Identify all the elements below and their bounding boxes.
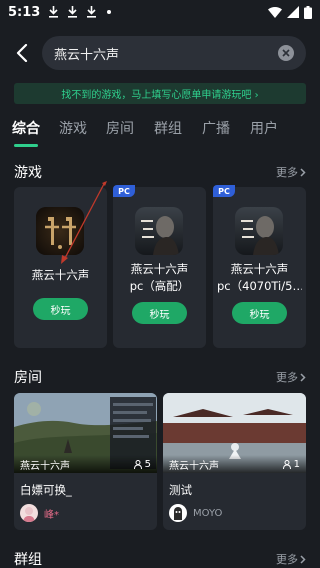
active-tab-indicator [14,144,38,147]
pc-badge: PC [213,185,235,197]
person-icon [133,459,142,469]
room-title: 白嫖可换_ [20,483,72,497]
room-owner: 峰* [20,504,59,522]
room-card[interactable]: 燕云十六声 1 测试 MOYO [163,393,306,530]
avatar [20,504,38,522]
download-icon [86,6,97,18]
avatar [169,504,187,522]
game-card[interactable]: PC 燕云十六声 pc（4070Ti/5… 秒玩 [213,185,306,348]
pc-badge: PC [113,185,135,197]
status-time: 5:13 [8,4,41,20]
game-cover-icon [135,207,183,255]
download-icon [67,6,78,18]
status-bar: 5:13 [0,0,320,24]
tab-users[interactable]: 用户 [250,118,278,138]
tab-groups[interactable]: 群组 [154,118,182,138]
game-name-line2: pc（高配） [129,279,190,293]
game-name: 燕云十六声 [230,262,289,276]
signal-icon [287,6,299,18]
search-input[interactable]: 燕云十六声 [42,36,306,70]
play-button[interactable]: 秒玩 [132,302,187,324]
room-owner-name: MOYO [193,507,223,519]
tab-bar: 综合 游戏 房间 群组 广播 用户 [0,118,320,147]
game-logo-icon [36,207,84,255]
tab-broadcast[interactable]: 广播 [202,118,230,138]
section-title: 群组 [14,552,42,568]
room-title: 测试 [169,483,192,497]
play-button[interactable]: 秒玩 [232,302,287,324]
room-info-bar: 燕云十六声 5 [14,455,157,473]
game-cover-icon [235,207,283,255]
search-query[interactable]: 燕云十六声 [54,44,278,63]
room-member-count: 5 [133,459,151,470]
more-rooms-link[interactable]: 更多 [276,369,306,385]
game-name: 燕云十六声 [31,268,90,282]
room-member-count: 1 [282,459,300,470]
download-icon [48,6,59,18]
room-game-name: 燕云十六声 [20,460,70,472]
chevron-right-icon [300,372,306,382]
game-name-line2: pc（4070Ti/5… [217,279,302,293]
room-owner-name: 峰* [44,509,59,521]
room-owner: MOYO [169,504,222,522]
battery-icon [304,5,312,19]
tab-games[interactable]: 游戏 [59,118,87,138]
more-groups-link[interactable]: 更多 [276,551,306,567]
search-row: 燕云十六声 [0,36,320,70]
room-game-name: 燕云十六声 [169,460,219,472]
game-card[interactable]: PC 燕云十六声 pc（高配） 秒玩 [113,185,206,348]
game-name: 燕云十六声 [130,262,189,276]
room-info-bar: 燕云十六声 1 [163,455,306,473]
chevron-right-icon [300,167,306,177]
more-games-link[interactable]: 更多 [276,164,306,180]
rooms-section-header: 房间 更多 [14,368,306,386]
section-title: 房间 [14,370,42,386]
games-section-header: 游戏 更多 [14,163,306,181]
groups-section-header: 群组 更多 [14,550,306,568]
chevron-right-icon [300,554,306,564]
game-card[interactable]: 燕云十六声 秒玩 [14,187,107,348]
wifi-icon [268,6,282,18]
back-arrow-icon[interactable] [14,44,30,62]
tab-rooms[interactable]: 房间 [106,118,134,138]
clear-icon[interactable] [278,45,294,61]
notification-dot-icon [107,10,112,14]
play-button[interactable]: 秒玩 [33,298,88,320]
room-card[interactable]: 燕云十六声 5 白嫖可换_ 峰* [14,393,157,530]
wishlist-banner[interactable]: 找不到的游戏，马上填写心愿单申请游玩吧 › [14,83,306,104]
tab-all[interactable]: 综合 [12,118,40,138]
section-title: 游戏 [14,165,42,181]
person-icon [282,459,291,469]
